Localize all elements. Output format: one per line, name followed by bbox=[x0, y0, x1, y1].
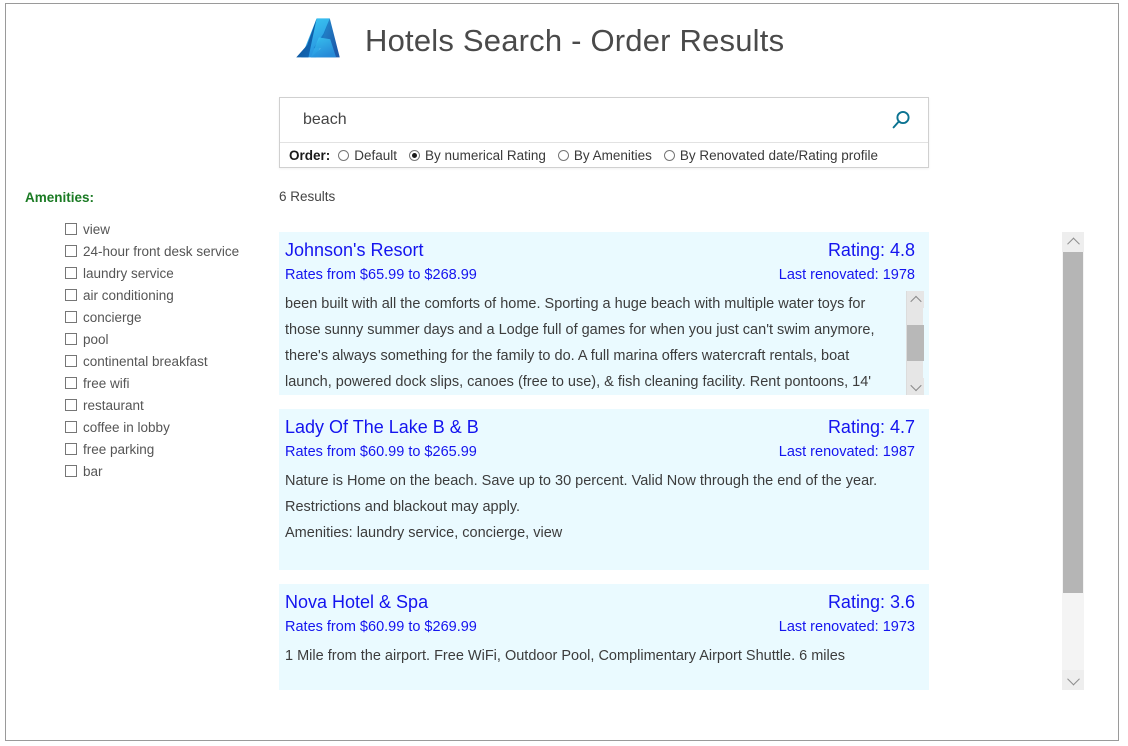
search-panel: Order: Default By numerical Rating By Am… bbox=[279, 97, 929, 168]
result-card-header: Nova Hotel & Spa Rating: 3.6 bbox=[279, 592, 929, 613]
result-card[interactable]: Nova Hotel & Spa Rating: 3.6 Rates from … bbox=[279, 584, 929, 690]
result-card-header: Lady Of The Lake B & B Rating: 4.7 bbox=[279, 417, 929, 438]
result-card-subheader: Rates from $65.99 to $268.99 Last renova… bbox=[279, 267, 929, 283]
checkbox-icon bbox=[65, 289, 77, 301]
result-card[interactable]: Johnson's Resort Rating: 4.8 Rates from … bbox=[279, 232, 929, 395]
amenity-item-coffee-in-lobby[interactable]: coffee in lobby bbox=[65, 416, 265, 438]
checkbox-icon bbox=[65, 267, 77, 279]
page-root: Hotels Search - Order Results Order: Def… bbox=[0, 0, 1128, 746]
hotel-description-scroll-area[interactable]: been built with all the comforts of home… bbox=[279, 291, 929, 395]
results-page-scrollbar[interactable] bbox=[1062, 232, 1084, 690]
amenity-item-pool[interactable]: pool bbox=[65, 328, 265, 350]
hotel-name-link[interactable]: Johnson's Resort bbox=[285, 240, 424, 261]
amenity-label: 24-hour front desk service bbox=[83, 243, 240, 259]
order-option-label: By Amenities bbox=[573, 147, 652, 163]
amenity-item-concierge[interactable]: concierge bbox=[65, 306, 265, 328]
checkbox-icon bbox=[65, 443, 77, 455]
checkbox-icon bbox=[65, 355, 77, 367]
hotel-rating: Rating: 4.7 bbox=[827, 417, 915, 437]
hotel-description: been built with all the comforts of home… bbox=[285, 296, 875, 390]
hotel-renovated: Last renovated: 1987 bbox=[778, 444, 915, 460]
hotel-name-link[interactable]: Lady Of The Lake B & B bbox=[285, 417, 479, 438]
hotel-rates: Rates from $60.99 to $269.99 bbox=[285, 619, 477, 635]
hotel-description: Nature is Home on the beach. Save up to … bbox=[285, 473, 878, 541]
scroll-down-arrow-icon[interactable] bbox=[907, 378, 924, 395]
scrollbar-thumb[interactable] bbox=[907, 325, 924, 361]
checkbox-icon bbox=[65, 465, 77, 477]
order-options: Order: Default By numerical Rating By Am… bbox=[280, 143, 928, 167]
hotel-rating: Rating: 3.6 bbox=[827, 592, 915, 612]
hotel-renovated: Last renovated: 1973 bbox=[778, 619, 915, 635]
order-radio-default[interactable]: Default bbox=[338, 148, 397, 163]
amenity-label: coffee in lobby bbox=[83, 419, 170, 435]
results-list: Johnson's Resort Rating: 4.8 Rates from … bbox=[279, 232, 1085, 690]
amenity-label: laundry service bbox=[83, 265, 174, 281]
hotel-rates: Rates from $65.99 to $268.99 bbox=[285, 267, 477, 283]
hotel-rates: Rates from $60.99 to $265.99 bbox=[285, 444, 477, 460]
result-card-header: Johnson's Resort Rating: 4.8 bbox=[279, 240, 929, 261]
order-option-label: By Renovated date/Rating profile bbox=[679, 147, 879, 163]
amenity-item-front-desk[interactable]: 24-hour front desk service bbox=[65, 240, 265, 262]
result-card-subheader: Rates from $60.99 to $265.99 Last renova… bbox=[279, 444, 929, 460]
amenity-label: air conditioning bbox=[83, 287, 174, 303]
order-radio-renovated-date[interactable]: By Renovated date/Rating profile bbox=[663, 147, 879, 163]
amenity-item-continental-breakfast[interactable]: continental breakfast bbox=[65, 350, 265, 372]
amenities-filter-panel: Amenities: view 24-hour front desk servi… bbox=[25, 190, 265, 482]
amenity-label: pool bbox=[83, 331, 109, 347]
order-option-label: By numerical Rating bbox=[425, 147, 546, 163]
amenities-checkbox-list: view 24-hour front desk service laundry … bbox=[25, 218, 265, 482]
amenities-heading: Amenities: bbox=[25, 190, 95, 205]
amenity-item-free-parking[interactable]: free parking bbox=[65, 438, 265, 460]
description-scrollbar[interactable] bbox=[906, 291, 924, 395]
amenity-item-view[interactable]: view bbox=[65, 218, 265, 240]
page-title: Hotels Search - Order Results bbox=[365, 23, 785, 58]
amenity-label: view bbox=[83, 221, 111, 237]
page-scrollbar-thumb[interactable] bbox=[1063, 252, 1083, 593]
checkbox-icon bbox=[65, 399, 77, 411]
search-icon[interactable] bbox=[888, 107, 914, 133]
radio-icon bbox=[557, 149, 569, 161]
results-count: 6 Results bbox=[279, 189, 336, 204]
amenity-label: free parking bbox=[83, 441, 155, 457]
hotel-rating: Rating: 4.8 bbox=[827, 240, 915, 260]
amenity-label: free wifi bbox=[83, 375, 130, 391]
hotel-renovated: Last renovated: 1978 bbox=[778, 267, 915, 283]
hotel-description: 1 Mile from the airport. Free WiFi, Outd… bbox=[285, 648, 846, 664]
scroll-up-arrow-icon[interactable] bbox=[907, 291, 924, 308]
checkbox-icon bbox=[65, 245, 77, 257]
hotel-description-area: Nature is Home on the beach. Save up to … bbox=[279, 468, 929, 570]
hotel-description-area: 1 Mile from the airport. Free WiFi, Outd… bbox=[279, 643, 929, 690]
hotel-name-link[interactable]: Nova Hotel & Spa bbox=[285, 592, 428, 613]
amenity-item-laundry-service[interactable]: laundry service bbox=[65, 262, 265, 284]
order-radio-numerical-rating[interactable]: By numerical Rating bbox=[409, 148, 546, 163]
checkbox-icon bbox=[65, 333, 77, 345]
checkbox-icon bbox=[65, 421, 77, 433]
amenity-item-bar[interactable]: bar bbox=[65, 460, 265, 482]
radio-icon bbox=[663, 149, 675, 161]
amenity-item-air-conditioning[interactable]: air conditioning bbox=[65, 284, 265, 306]
order-label: Order: bbox=[289, 147, 331, 163]
search-input[interactable] bbox=[280, 99, 928, 141]
amenity-label: continental breakfast bbox=[83, 353, 208, 369]
checkbox-icon bbox=[65, 223, 77, 235]
amenity-label: restaurant bbox=[83, 397, 144, 413]
azure-logo-icon bbox=[289, 12, 347, 70]
checkbox-icon bbox=[65, 377, 77, 389]
checkbox-icon bbox=[65, 311, 77, 323]
order-option-label: Default bbox=[354, 147, 398, 163]
app-header: Hotels Search - Order Results bbox=[289, 12, 784, 70]
page-scroll-down-arrow-icon[interactable] bbox=[1062, 670, 1084, 690]
order-radio-amenities[interactable]: By Amenities bbox=[557, 147, 652, 163]
radio-selected-icon bbox=[409, 149, 421, 161]
result-card-subheader: Rates from $60.99 to $269.99 Last renova… bbox=[279, 619, 929, 635]
radio-icon bbox=[338, 149, 350, 161]
amenity-item-free-wifi[interactable]: free wifi bbox=[65, 372, 265, 394]
amenity-label: concierge bbox=[83, 309, 142, 325]
amenity-label: bar bbox=[83, 463, 103, 479]
search-row bbox=[280, 98, 928, 143]
page-scroll-up-arrow-icon[interactable] bbox=[1062, 232, 1084, 252]
amenity-item-restaurant[interactable]: restaurant bbox=[65, 394, 265, 416]
result-card[interactable]: Lady Of The Lake B & B Rating: 4.7 Rates… bbox=[279, 409, 929, 570]
results-viewport: Johnson's Resort Rating: 4.8 Rates from … bbox=[279, 232, 1085, 690]
